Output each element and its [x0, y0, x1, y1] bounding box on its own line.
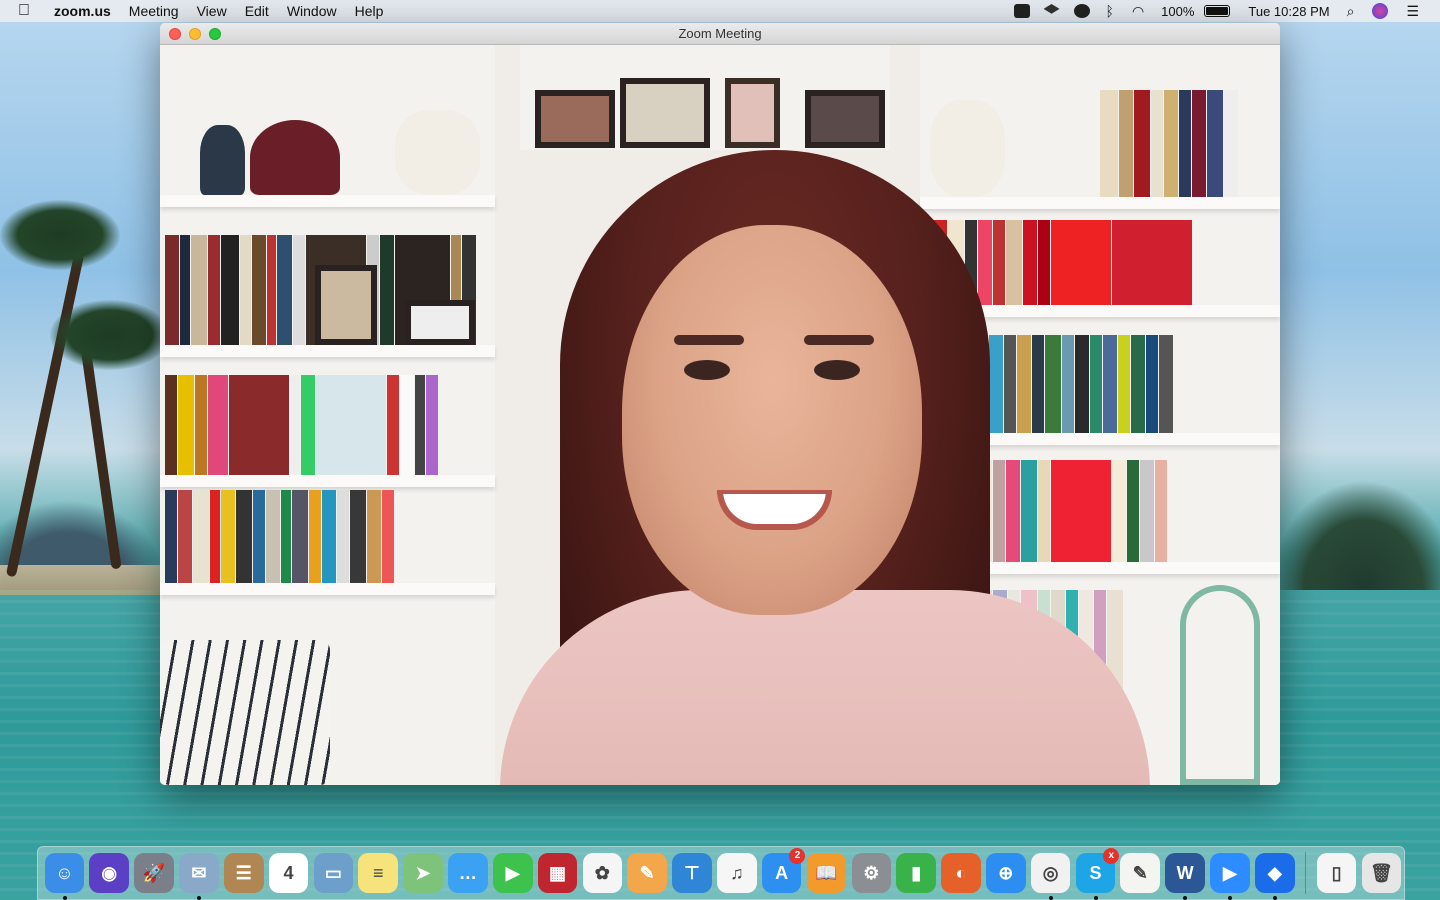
shelf: [160, 195, 495, 207]
launchpad-icon[interactable]: 🚀: [134, 853, 174, 893]
contacts-icon[interactable]: ☰: [223, 853, 264, 893]
trash-icon[interactable]: 🗑: [1361, 853, 1402, 893]
shelf: [160, 345, 495, 357]
apple-menu-icon[interactable]: : [18, 2, 40, 20]
word-icon[interactable]: W: [1165, 853, 1205, 900]
desktop-beach: [0, 565, 170, 595]
participant: [500, 150, 1150, 785]
calendar-icon[interactable]: 4: [268, 853, 309, 893]
battery-percent[interactable]: 100%: [1161, 4, 1194, 19]
picture-frame: [405, 300, 475, 345]
notification-badge: 2: [789, 848, 806, 864]
wifi-icon[interactable]: ◠: [1132, 3, 1144, 20]
finder-icon[interactable]: ☺: [44, 853, 85, 900]
eyebrow: [804, 335, 874, 345]
menu-bar:  zoom.us Meeting View Edit Window Help …: [0, 0, 1440, 22]
zoom-status-icon[interactable]: [1013, 4, 1030, 18]
mail-icon[interactable]: ✉: [179, 853, 219, 900]
app-store-icon[interactable]: A2: [761, 848, 806, 893]
vase: [200, 125, 245, 195]
preview-icon[interactable]: ▭: [313, 853, 354, 893]
minimize-window-button[interactable]: [189, 27, 201, 40]
app-menu[interactable]: zoom.us: [40, 3, 120, 19]
palm-leaves: [50, 300, 170, 370]
dock-separator: [1305, 852, 1307, 894]
photo-booth-icon[interactable]: ▦: [537, 853, 578, 893]
numbers-icon[interactable]: ▮: [896, 853, 936, 893]
menubar-clock[interactable]: Tue 10:28 PM: [1248, 4, 1329, 19]
dropbox-status-icon[interactable]: [1043, 4, 1060, 14]
notification-center-icon[interactable]: ☰: [1406, 3, 1419, 20]
firefox-icon[interactable]: ◐: [941, 853, 981, 893]
zoom-meeting-window: Zoom Meeting: [160, 23, 1280, 785]
green-chair: [1180, 585, 1260, 785]
notification-badge: x: [1103, 848, 1120, 864]
foo-dog-statue: [395, 110, 480, 195]
shelf: [160, 475, 495, 487]
palm-leaves: [0, 200, 120, 270]
battery-icon[interactable]: [1204, 5, 1231, 17]
photos-icon[interactable]: ✿: [582, 853, 623, 893]
smile: [717, 490, 832, 530]
picture-frame: [315, 265, 377, 345]
document-icon[interactable]: ▯: [1316, 853, 1357, 893]
messages-icon[interactable]: …: [448, 853, 488, 893]
window-title: Zoom Meeting: [678, 26, 762, 41]
menu-edit[interactable]: Edit: [236, 3, 278, 19]
menu-window[interactable]: Window: [278, 3, 346, 19]
eyebrow: [674, 335, 744, 345]
menu-meeting[interactable]: Meeting: [120, 3, 188, 19]
menu-view[interactable]: View: [188, 3, 236, 19]
dock: ☺ ◉ 🚀 ✉ ☰ 4 ▭ ≡ ➤… ▶ ▦ ✿ ✎ ⊤ ♫ A 2 📖 ⚙ ▮ ◐ ⊕ ◎ Sx ✎ W ▶ ◆ ▯ 🗑: [37, 846, 1405, 900]
picture-frame: [725, 78, 780, 148]
participant-sweater: [500, 590, 1150, 785]
picture-frame: [535, 90, 615, 148]
picture-frame: [805, 90, 885, 148]
siri-icon[interactable]: ◉: [89, 853, 130, 893]
maximize-window-button[interactable]: [209, 27, 221, 40]
books-icon[interactable]: 📖: [806, 853, 847, 893]
eye: [684, 360, 730, 380]
siri-icon[interactable]: [1372, 3, 1389, 19]
eye: [814, 360, 860, 380]
close-window-button[interactable]: [169, 27, 181, 40]
zoom-icon[interactable]: ▶: [1210, 853, 1250, 900]
picture-frame: [620, 78, 710, 148]
menu-help[interactable]: Help: [346, 3, 393, 19]
participant-face: [622, 225, 922, 615]
keynote-icon[interactable]: ⊤: [672, 853, 712, 893]
book-row: [165, 490, 485, 583]
window-titlebar[interactable]: Zoom Meeting: [160, 23, 1280, 45]
spotlight-search-icon[interactable]: ⌕: [1347, 3, 1355, 20]
maps-icon[interactable]: ➤: [403, 853, 443, 893]
book-row: [165, 375, 485, 475]
facetime-icon[interactable]: ▶: [492, 853, 533, 893]
striped-pillow: [160, 640, 330, 785]
textedit-icon[interactable]: ✎: [1120, 853, 1161, 893]
dropbox-icon[interactable]: ◆: [1254, 853, 1295, 900]
bluetooth-icon[interactable]: ᛒ: [1106, 3, 1114, 19]
skype-status-icon[interactable]: [1073, 4, 1090, 18]
notes-icon[interactable]: ≡: [358, 853, 399, 893]
participant-video[interactable]: [160, 45, 1280, 785]
shelf: [160, 583, 495, 595]
safari-icon[interactable]: ⊕: [985, 853, 1026, 893]
skype-icon[interactable]: Sx: [1075, 848, 1120, 900]
chrome-icon[interactable]: ◎: [1030, 853, 1071, 900]
system-preferences-icon[interactable]: ⚙: [851, 853, 892, 893]
desktop-island-right: [1270, 480, 1440, 590]
itunes-icon[interactable]: ♫: [717, 853, 757, 893]
status-area: ᛒ ◠ 100% Tue 10:28 PM ⌕ ☰: [1007, 0, 1440, 22]
football-helmet: [250, 120, 340, 195]
pages-icon[interactable]: ✎: [627, 853, 667, 893]
